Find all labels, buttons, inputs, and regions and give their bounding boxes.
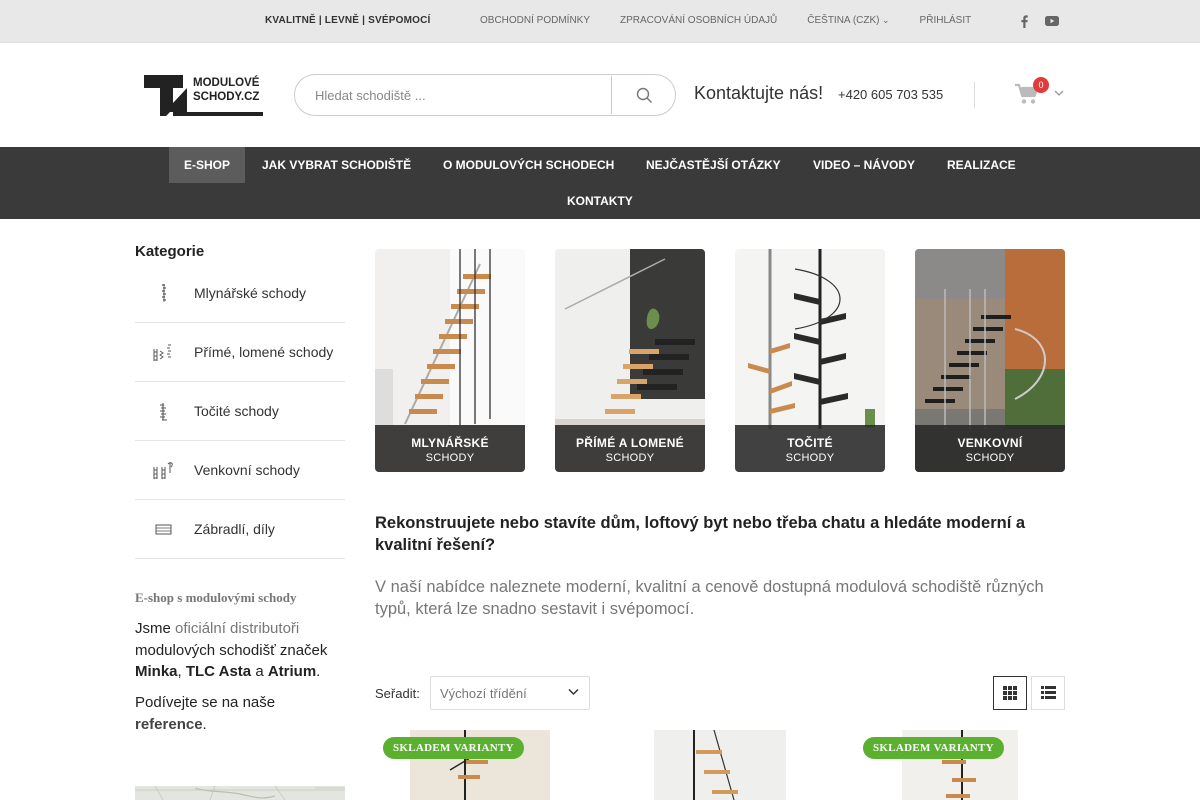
logo-text-2: SCHODY.CZ: [193, 91, 259, 103]
cart-button[interactable]: 0: [1015, 77, 1065, 109]
spiral-stairs-icon: [153, 400, 175, 422]
tile-title: PŘÍMÉ A LOMENÉ: [576, 436, 684, 450]
tile-title: MLYNÁŘSKÉ: [411, 436, 489, 450]
category-item[interactable]: Venkovní schody: [135, 441, 345, 500]
category-tile-straight[interactable]: PŘÍMÉ A LOMENÉ SCHODY: [555, 249, 705, 472]
straight-stairs-icon: [153, 341, 175, 363]
nav-item-faq[interactable]: NEJČASTĚJŠÍ OTÁZKY: [631, 147, 796, 183]
nav-item-how-to-choose[interactable]: JAK VYBRAT SCHODIŠTĚ: [247, 147, 426, 183]
site-logo[interactable]: MODULOVÉ SCHODY.CZ: [143, 74, 265, 116]
eshop-text-part: a: [255, 663, 264, 680]
eshop-text-part: oficiální distributoři: [175, 620, 300, 637]
header-divider: [974, 82, 975, 108]
cart-count-badge: 0: [1033, 77, 1049, 93]
category-item[interactable]: Přímé, lomené schody: [135, 323, 345, 382]
reference-link[interactable]: reference: [135, 716, 203, 733]
reference-text: .: [202, 715, 207, 733]
tile-caption: VENKOVNÍ SCHODY: [915, 425, 1065, 472]
sidebar-title: Kategorie: [135, 243, 205, 260]
search-button[interactable]: [613, 76, 675, 114]
sort-select[interactable]: Výchozí třídění: [430, 676, 590, 710]
tile-caption: TOČITÉ SCHODY: [735, 425, 885, 472]
category-label: Venkovní schody: [194, 462, 300, 478]
category-label: Točité schody: [194, 403, 279, 419]
nav-item-about[interactable]: O MODULOVÝCH SCHODECH: [428, 147, 629, 183]
category-label: Mlynářské schody: [194, 285, 307, 301]
nav-item-eshop[interactable]: E-SHOP: [169, 147, 246, 183]
eshop-reference-text: Podívejte se na naše reference.: [135, 692, 345, 735]
category-tile-outdoor[interactable]: VENKOVNÍ SCHODY: [915, 249, 1065, 472]
railing-icon: [153, 518, 175, 540]
nav-item-contacts[interactable]: KONTAKTY: [552, 183, 648, 219]
tile-subtitle: SCHODY: [425, 452, 475, 464]
list-icon: [1040, 686, 1056, 699]
privacy-link[interactable]: ZPRACOVÁNÍ OSOBNÍCH ÚDAJŮ: [620, 15, 777, 26]
intro-heading: Rekonstruujete nebo stavíte dům, loftový…: [375, 514, 1026, 554]
eshop-description: Jsme oficiální distributoři modulových s…: [135, 620, 328, 680]
sort-selected-value: Výchozí třídění: [440, 686, 527, 701]
login-link[interactable]: PŘIHLÁSIT: [920, 15, 972, 26]
eshop-title: E-shop s modulovými schody: [135, 590, 297, 605]
outdoor-stairs-icon: [153, 459, 175, 481]
tile-subtitle: SCHODY: [965, 452, 1015, 464]
category-label: Zábradlí, díly: [194, 521, 275, 537]
chevron-down-icon: [1054, 88, 1064, 100]
category-label: Přímé, lomené schody: [194, 344, 334, 360]
mill-stairs-icon: [153, 282, 175, 304]
tile-caption: PŘÍMÉ A LOMENÉ SCHODY: [555, 425, 705, 472]
nav-item-video[interactable]: VIDEO – NÁVODY: [798, 147, 930, 183]
eshop-text-part: .: [316, 663, 321, 680]
chevron-down-icon: [568, 685, 579, 699]
product-image[interactable]: [654, 730, 786, 800]
reference-text: Podívejte se na naše: [135, 694, 276, 711]
search-box: [294, 74, 676, 116]
category-item[interactable]: Mlynářské schody: [135, 264, 345, 323]
grid-icon: [1003, 686, 1017, 700]
eshop-text-part: Jsme: [135, 620, 171, 637]
brand-tlc-asta-link[interactable]: TLC Asta: [186, 663, 251, 680]
main-nav: E-SHOP JAK VYBRAT SCHODIŠTĚ O MODULOVÝCH…: [0, 147, 1200, 219]
list-view-button[interactable]: [1031, 676, 1065, 710]
category-tile-spiral[interactable]: TOČITÉ SCHODY: [735, 249, 885, 472]
search-icon: [636, 87, 652, 103]
stock-badge: SKLADEM VARIANTY: [383, 737, 524, 759]
facebook-icon[interactable]: [1017, 13, 1031, 29]
category-item[interactable]: Točité schody: [135, 382, 345, 441]
tile-caption: MLYNÁŘSKÉ SCHODY: [375, 425, 525, 472]
category-list: Mlynářské schody Přímé, lomené schody To…: [135, 264, 345, 559]
tile-subtitle: SCHODY: [785, 452, 835, 464]
slogan: KVALITNĚ | LEVNĚ | SVÉPOMOCÍ: [265, 15, 431, 26]
tile-title: TOČITÉ: [787, 436, 833, 450]
category-item[interactable]: Zábradlí, díly: [135, 500, 345, 559]
language-select[interactable]: ČEŠTINA (CZK): [807, 15, 889, 26]
top-links: OBCHODNÍ PODMÍNKY ZPRACOVÁNÍ OSOBNÍCH ÚD…: [480, 15, 1001, 26]
brand-atrium-link[interactable]: Atrium: [268, 663, 316, 680]
tile-title: VENKOVNÍ: [957, 436, 1023, 450]
category-tile-mill[interactable]: MLYNÁŘSKÉ SCHODY: [375, 249, 525, 472]
grid-view-button[interactable]: [993, 676, 1027, 710]
eshop-text-part: modulových schodišť značek: [135, 641, 328, 659]
contact-title: Kontaktujte nás!: [694, 83, 824, 103]
site-header: MODULOVÉ SCHODY.CZ Kontaktujte nás! +420…: [0, 43, 1200, 147]
phone-number[interactable]: +420 605 703 535: [838, 87, 943, 102]
terms-link[interactable]: OBCHODNÍ PODMÍNKY: [480, 15, 590, 26]
social-links: [1017, 13, 1059, 29]
nav-item-realizations[interactable]: REALIZACE: [932, 147, 1031, 183]
search-input[interactable]: [296, 76, 612, 114]
tile-subtitle: SCHODY: [605, 452, 655, 464]
sort-label: Seřadit:: [375, 686, 420, 701]
top-bar: KVALITNĚ | LEVNĚ | SVÉPOMOCÍ OBCHODNÍ PO…: [0, 0, 1200, 43]
youtube-icon[interactable]: [1045, 13, 1059, 29]
stock-badge: SKLADEM VARIANTY: [863, 737, 1004, 759]
brand-minka-link[interactable]: Minka: [135, 663, 178, 680]
logo-text-1: MODULOVÉ: [193, 76, 260, 89]
intro-text: V naší nabídce naleznete moderní, kvalit…: [375, 578, 1044, 618]
map-image: [135, 786, 345, 800]
sidebar: Kategorie Mlynářské schody Přímé, lomené…: [135, 243, 345, 559]
